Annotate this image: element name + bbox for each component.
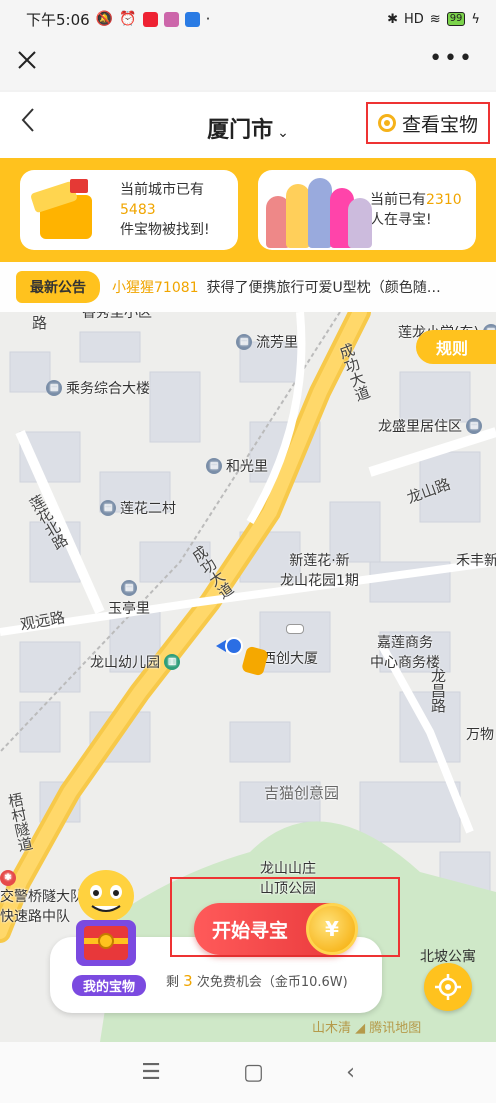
locate-button[interactable]	[424, 963, 472, 1011]
bluetooth-icon: ✱	[387, 11, 398, 27]
poi-yutingli[interactable]: ▤ 玉亭里	[108, 580, 150, 618]
my-treasure-mascot[interactable]	[66, 862, 146, 992]
view-treasure-label: 查看宝物	[401, 113, 478, 136]
city-name: 厦门市	[207, 118, 274, 143]
search-coin-icon	[377, 114, 396, 132]
found-line1: 当前城市已有	[120, 182, 204, 198]
building-icon: ▤	[46, 380, 62, 396]
rules-button[interactable]: 规则	[416, 330, 496, 364]
view-treasure-button[interactable]: 查看宝物	[366, 102, 490, 144]
poi-jiasha[interactable]: 嘉莲商务 中心商务楼	[370, 632, 440, 672]
chevron-down-icon: ⌄	[277, 125, 289, 141]
charging-icon: ϟ	[471, 11, 480, 27]
building-icon: ▤	[206, 458, 222, 474]
system-nav-bar: ☰ ▢ ‹	[0, 1042, 496, 1103]
poi-xiufang[interactable]: 香秀里小区	[82, 312, 152, 322]
poi-hefeng[interactable]: 禾丰新	[456, 550, 496, 570]
poi-longshengli[interactable]: 龙盛里居住区 ▤	[378, 416, 482, 436]
building-icon: ▤	[100, 500, 116, 516]
found-count: 5483	[120, 202, 156, 218]
close-icon[interactable]	[12, 48, 42, 78]
nav-bar: 厦门市 ⌄ 查看宝物	[0, 92, 496, 158]
battery-icon: 99	[446, 12, 466, 26]
hunters-card: 当前已有2310 人在寻宝!	[258, 170, 476, 250]
announcement-tag: 最新公告	[16, 271, 100, 303]
hunters-count: 2310	[426, 192, 462, 208]
coin-icon: ¥	[306, 903, 358, 955]
start-hunt-label: 开始寻宝	[212, 919, 289, 942]
announcement-message: 获得了便携旅行可爱U型枕（颜色随…	[206, 280, 441, 296]
wifi-icon: ≋	[429, 11, 441, 27]
menu-icon[interactable]: ☰	[141, 1060, 161, 1085]
building-icon: ▤	[236, 334, 252, 350]
current-location-icon	[216, 636, 244, 656]
poi-wanwu[interactable]: 万物	[466, 724, 494, 744]
status-time: 下午5:06	[26, 10, 90, 29]
gift-box-icon	[26, 175, 110, 245]
announcement-user: 小猩猩71081	[112, 280, 199, 296]
alarm-icon: ⏰	[119, 11, 137, 27]
traffic-light-icon	[286, 624, 304, 634]
poi-liufangli[interactable]: ▤ 流芳里	[236, 332, 298, 352]
poi-xinlianhua[interactable]: 新莲花·新 龙山花园1期	[280, 550, 359, 590]
school-icon: ▥	[164, 654, 180, 670]
free-chances-text: 剩 3 次免费机会（金币10.6W)	[166, 972, 348, 990]
mascot-icon	[76, 870, 136, 966]
poi-longshan-kinder[interactable]: 龙山幼儿园 ▥	[90, 652, 180, 672]
my-treasure-label[interactable]: 我的宝物	[72, 975, 146, 996]
start-hunt-button[interactable]: 开始寻宝 ¥	[194, 903, 358, 955]
crosshair-icon	[435, 974, 461, 1000]
n-app-icon	[184, 11, 200, 27]
poi-chengwu[interactable]: ▤ 乘务综合大楼	[46, 378, 150, 398]
video-app-icon	[163, 11, 179, 27]
hunters-prefix: 当前已有	[370, 192, 426, 208]
stats-banner: 当前城市已有 5483 件宝物被找到! 当前已有2310 人在寻宝!	[0, 158, 496, 262]
map-watermark: 山木清 ◢ 腾讯地图	[312, 1021, 422, 1036]
poi-lianhua2[interactable]: ▤ 莲花二村	[100, 498, 176, 518]
road-label-lu: 路	[32, 314, 48, 332]
found-line2: 件宝物被找到!	[120, 222, 210, 238]
road-label-longchang: 龙昌路	[429, 668, 447, 713]
signal-icon: HD	[403, 11, 424, 27]
back-icon[interactable]: ‹	[346, 1060, 355, 1085]
announcement-bar[interactable]: 最新公告 小猩猩71081 获得了便携旅行可爱U型枕（颜色随…	[0, 262, 496, 312]
home-icon[interactable]: ▢	[243, 1060, 264, 1085]
free-chances-count: 3	[183, 972, 193, 990]
app-bar: •••	[0, 38, 496, 90]
start-hunt-highlight: 开始寻宝 ¥	[170, 877, 400, 957]
building-icon: ▤	[121, 580, 137, 596]
app-notification-icon	[142, 11, 158, 27]
crowd-illustration-icon	[262, 172, 372, 248]
poi-jimao[interactable]: 吉猫创意园	[264, 782, 339, 803]
found-treasure-card: 当前城市已有 5483 件宝物被找到!	[20, 170, 238, 250]
police-icon: ✱	[0, 870, 16, 886]
hunters-line2: 人在寻宝!	[370, 212, 432, 228]
mute-icon: 🔕	[95, 11, 114, 27]
status-bar: 下午5:06 🔕 ⏰ · ✱ HD ≋ 99 ϟ	[0, 0, 496, 38]
dot-indicator: ·	[205, 10, 211, 28]
poi-heguangli[interactable]: ▤ 和光里	[206, 456, 268, 476]
building-icon: ▤	[466, 418, 482, 434]
more-menu-button[interactable]: •••	[429, 46, 474, 71]
